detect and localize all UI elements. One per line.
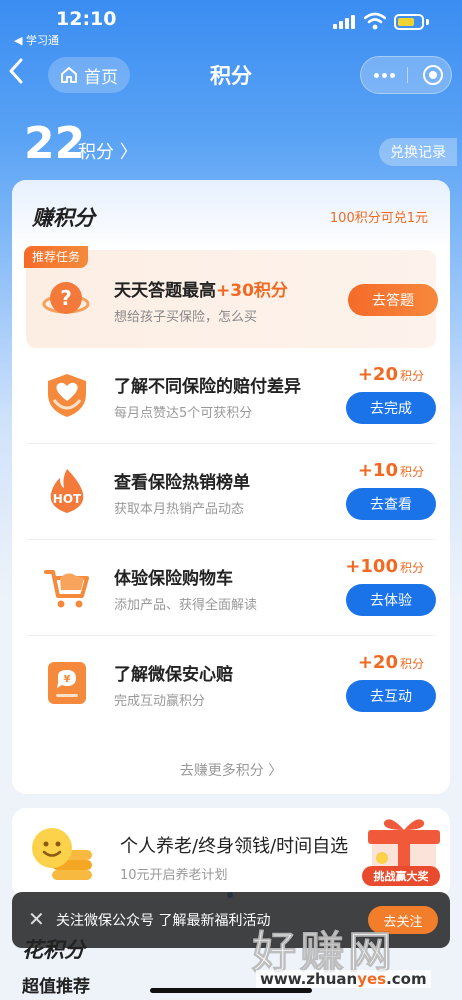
coin-stack-icon bbox=[32, 828, 92, 880]
spend-points-title: 花积分 bbox=[22, 938, 85, 962]
pension-banner[interactable]: 个人养老/终身领钱/时间自选 10元开启养老计划 挑战赢大奖 bbox=[12, 808, 450, 898]
yen-chat-icon: ¥ bbox=[48, 662, 86, 704]
exchange-history-button[interactable]: 兑换记录 bbox=[379, 138, 457, 166]
task-desc: 添加产品、获得全面解读 bbox=[114, 598, 258, 613]
shield-heart-icon bbox=[48, 374, 86, 417]
task-reward: +20 积分 bbox=[357, 364, 424, 385]
question-planet-icon: ? bbox=[42, 282, 90, 314]
recommended-tag: 推荐任务 bbox=[24, 246, 89, 268]
more-menu-button[interactable] bbox=[361, 57, 407, 93]
hot-flame-icon: HOT bbox=[50, 469, 84, 513]
mini-program-capsule bbox=[360, 56, 452, 94]
featured-task-title: 天天答题最高+30积分 bbox=[114, 281, 288, 301]
exchange-rate-text: 100积分可兑1元 bbox=[329, 211, 428, 226]
interact-button[interactable]: 去互动 bbox=[346, 680, 436, 712]
answer-quiz-button[interactable]: 去答题 bbox=[348, 284, 438, 316]
svg-text:?: ? bbox=[60, 286, 72, 310]
points-balance: 22 bbox=[24, 118, 86, 169]
battery-icon bbox=[394, 14, 424, 30]
task-reward: +20 积分 bbox=[357, 652, 424, 673]
earn-more-link[interactable]: 去赚更多积分 〉 bbox=[12, 760, 450, 780]
recommend-title: 超值推荐 bbox=[22, 977, 90, 997]
pension-subtitle: 10元开启养老计划 bbox=[120, 868, 228, 883]
back-to-app-link[interactable]: ◀ 学习通 bbox=[14, 32, 59, 48]
try-cart-button[interactable]: 去体验 bbox=[346, 584, 436, 616]
task-title: 了解微保安心赔 bbox=[114, 665, 233, 685]
task-reward: +100 积分 bbox=[345, 556, 424, 577]
points-unit-label: 积分 bbox=[78, 142, 114, 163]
complete-task-button[interactable]: 去完成 bbox=[346, 392, 436, 424]
featured-task-desc: 想给孩子买保险，怎么买 bbox=[114, 310, 258, 325]
svg-text:¥: ¥ bbox=[64, 674, 71, 685]
pension-title: 个人养老/终身领钱/时间自选 bbox=[120, 836, 349, 857]
svg-text:HOT: HOT bbox=[53, 492, 82, 506]
close-icon[interactable]: ✕ bbox=[28, 909, 45, 929]
task-item: ¥ 了解微保安心赔 完成互动赢积分 +20 积分 去互动 bbox=[26, 636, 436, 732]
task-title: 了解不同保险的赔付差异 bbox=[114, 377, 301, 397]
earn-points-card: 赚积分 100积分可兑1元 推荐任务 ? 天天答题最高+30积分 想给孩子买保险… bbox=[12, 180, 450, 794]
featured-task-bonus: +30积分 bbox=[216, 281, 288, 301]
featured-task: 推荐任务 ? 天天答题最高+30积分 想给孩子买保险，怎么买 去答题 bbox=[24, 246, 438, 348]
shopping-cart-icon bbox=[44, 570, 89, 608]
task-desc: 每月点赞达5个可获积分 bbox=[114, 406, 253, 421]
chevron-right-icon: 〉 bbox=[114, 142, 138, 163]
earn-points-title: 赚积分 bbox=[32, 206, 95, 230]
task-title: 查看保险热销榜单 bbox=[114, 473, 250, 493]
task-item: 了解不同保险的赔付差异 每月点赞达5个可获积分 +20 积分 去完成 bbox=[26, 348, 436, 444]
task-item: HOT 查看保险热销榜单 获取本月热销产品动态 +10 积分 去查看 bbox=[26, 444, 436, 540]
close-mini-program-button[interactable] bbox=[423, 65, 443, 85]
task-desc: 完成互动赢积分 bbox=[114, 694, 206, 709]
status-bar: 12:10 ◀ 学习通 bbox=[0, 0, 462, 48]
task-title: 体验保险购物车 bbox=[114, 569, 233, 589]
toast-message: 关注微保公众号 了解最新福利活动 bbox=[56, 913, 271, 929]
signal-icon bbox=[333, 15, 355, 29]
home-indicator bbox=[150, 988, 312, 993]
watermark-url: www.zhuanyes.com bbox=[256, 970, 431, 988]
task-desc: 获取本月热销产品动态 bbox=[114, 502, 245, 517]
wifi-icon bbox=[364, 12, 386, 30]
task-item: 体验保险购物车 添加产品、获得全面解读 +100 积分 去体验 bbox=[26, 540, 436, 636]
points-unit-link[interactable]: 积分 〉 bbox=[78, 138, 138, 164]
task-reward: +10 积分 bbox=[357, 460, 424, 481]
challenge-prize-label[interactable]: 挑战赢大奖 bbox=[362, 866, 440, 886]
view-ranking-button[interactable]: 去查看 bbox=[346, 488, 436, 520]
status-time: 12:10 bbox=[56, 8, 117, 30]
